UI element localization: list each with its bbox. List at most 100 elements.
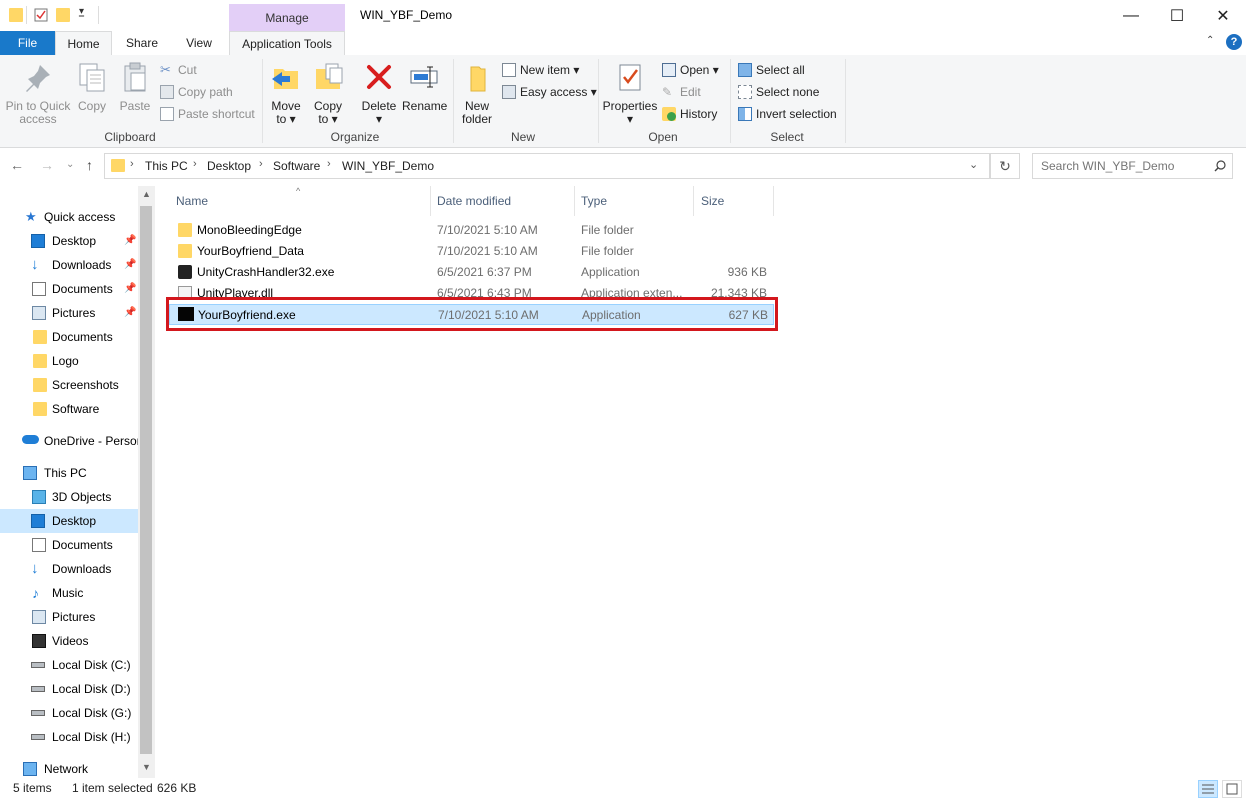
forward-arrow-icon[interactable]: → <box>40 157 54 173</box>
download-arrow-icon: ↓ <box>31 256 39 273</box>
copy-path-button[interactable]: Copy path <box>160 82 233 102</box>
address-dropdown-chevron-icon[interactable]: ⌄ <box>969 158 978 171</box>
column-header-date[interactable]: Date modified <box>437 194 511 208</box>
nav-this-pc[interactable]: This PC <box>0 461 138 485</box>
address-row: ← → ⌄ ↑ › This PC › Desktop › Software ›… <box>0 148 1246 186</box>
new-group-label: New <box>510 130 535 144</box>
computer-icon <box>23 466 37 480</box>
nav-pc-videos[interactable]: Videos <box>0 629 138 653</box>
nav-quick-pictures[interactable]: Pictures 📌 <box>0 301 138 325</box>
nav-quick-downloads[interactable]: ↓ Downloads 📌 <box>0 253 138 277</box>
address-bar[interactable]: › This PC › Desktop › Software › WIN_YBF… <box>104 153 990 179</box>
scrollbar-thumb[interactable] <box>140 206 152 754</box>
properties-quick-icon[interactable] <box>34 8 48 22</box>
properties-button[interactable]: Properties ▾ <box>602 61 658 126</box>
paste-button[interactable]: Paste <box>118 61 152 113</box>
file-row[interactable]: UnityCrashHandler32.exe 6/5/2021 6:37 PM… <box>169 262 774 283</box>
copy-path-icon <box>160 85 174 99</box>
minimize-button[interactable]: — <box>1108 0 1154 31</box>
scroll-up-icon[interactable]: ▲ <box>142 189 151 199</box>
copy-button[interactable]: Copy <box>76 61 108 113</box>
rename-icon <box>410 66 438 88</box>
pin-icon: 📌 <box>124 307 137 318</box>
new-folder-quick-icon[interactable] <box>56 8 70 22</box>
nav-pc-downloads[interactable]: ↓ Downloads <box>0 557 138 581</box>
large-icons-view-icon <box>1226 783 1238 795</box>
column-header-name[interactable]: Name <box>176 194 208 208</box>
breadcrumb-this-pc[interactable]: This PC <box>145 159 188 173</box>
nav-quick-logo[interactable]: Logo <box>0 349 138 373</box>
details-view-button[interactable] <box>1198 780 1218 798</box>
collapse-ribbon-icon[interactable]: ⌃ <box>1206 35 1214 46</box>
open-button[interactable]: Open ▾ <box>662 60 719 80</box>
file-row[interactable]: YourBoyfriend_Data 7/10/2021 5:10 AM Fil… <box>169 241 774 262</box>
nav-quick-access[interactable]: ★ Quick access <box>0 205 138 229</box>
move-to-icon <box>272 69 298 89</box>
tab-home[interactable]: Home <box>55 31 112 56</box>
folder-icon <box>33 330 47 344</box>
nav-local-disk-d[interactable]: Local Disk (D:) <box>0 677 138 701</box>
nav-quick-screenshots[interactable]: Screenshots <box>0 373 138 397</box>
easy-access-icon <box>502 85 516 99</box>
breadcrumb-software[interactable]: Software <box>273 159 320 173</box>
maximize-button[interactable]: ☐ <box>1154 0 1200 31</box>
delete-icon <box>367 65 391 89</box>
desktop-icon <box>31 514 45 528</box>
tab-file[interactable]: File <box>0 31 55 55</box>
search-input[interactable] <box>1039 158 1208 174</box>
new-item-button[interactable]: New item ▾ <box>502 60 579 80</box>
nav-local-disk-c[interactable]: Local Disk (C:) <box>0 653 138 677</box>
large-icons-view-button[interactable] <box>1222 780 1242 798</box>
invert-selection-button[interactable]: Invert selection <box>738 104 837 124</box>
new-folder-button[interactable]: New folder <box>458 61 496 126</box>
desktop-icon <box>31 234 45 248</box>
nav-quick-software[interactable]: Software <box>0 397 138 421</box>
select-all-button[interactable]: Select all <box>738 60 805 80</box>
nav-onedrive[interactable]: OneDrive - Persor <box>0 429 138 453</box>
up-arrow-icon[interactable]: ↑ <box>86 157 93 173</box>
video-film-icon <box>32 634 46 648</box>
tab-view[interactable]: View <box>174 31 224 55</box>
search-box[interactable] <box>1032 153 1233 179</box>
paste-shortcut-button[interactable]: Paste shortcut <box>160 104 255 124</box>
recent-locations-chevron-icon[interactable]: ⌄ <box>66 159 74 170</box>
breadcrumb-current-folder[interactable]: WIN_YBF_Demo <box>342 159 434 173</box>
breadcrumb-desktop[interactable]: Desktop <box>207 159 251 173</box>
nav-pc-music[interactable]: ♪ Music <box>0 581 138 605</box>
back-arrow-icon[interactable]: ← <box>10 157 24 173</box>
select-none-button[interactable]: Select none <box>738 82 819 102</box>
tab-share[interactable]: Share <box>117 31 167 55</box>
nav-quick-documents[interactable]: Documents 📌 <box>0 277 138 301</box>
pin-to-quick-access-button[interactable]: Pin to Quick access <box>4 61 72 126</box>
edit-button[interactable]: ✎ Edit <box>662 82 701 102</box>
nav-quick-desktop[interactable]: Desktop 📌 <box>0 229 138 253</box>
history-button[interactable]: History <box>662 104 717 124</box>
drive-icon <box>31 734 45 740</box>
folder-icon <box>111 159 125 172</box>
nav-local-disk-g[interactable]: Local Disk (G:) <box>0 701 138 725</box>
file-row[interactable]: MonoBleedingEdge 7/10/2021 5:10 AM File … <box>169 220 774 241</box>
scroll-down-icon[interactable]: ▼ <box>142 762 151 772</box>
easy-access-button[interactable]: Easy access ▾ <box>502 82 597 102</box>
move-to-button[interactable]: Move to ▾ <box>268 61 304 126</box>
column-header-size[interactable]: Size <box>701 194 724 208</box>
drive-icon <box>31 686 45 692</box>
nav-pc-desktop[interactable]: Desktop <box>0 509 138 533</box>
nav-pc-pictures[interactable]: Pictures <box>0 605 138 629</box>
column-header-type[interactable]: Type <box>581 194 607 208</box>
cut-button[interactable]: ✂ Cut <box>160 60 197 80</box>
help-icon[interactable]: ? <box>1226 34 1242 50</box>
refresh-button[interactable]: ↻ <box>990 153 1020 179</box>
delete-button[interactable]: Delete ▾ <box>360 61 398 126</box>
nav-quick-documents-folder[interactable]: Documents <box>0 325 138 349</box>
rename-button[interactable]: Rename <box>402 61 447 113</box>
nav-pc-documents[interactable]: Documents <box>0 533 138 557</box>
drive-icon <box>31 710 45 716</box>
nav-scrollbar[interactable]: ▲ ▼ <box>138 186 155 778</box>
copy-to-button[interactable]: Copy to ▾ <box>310 61 346 126</box>
nav-local-disk-h[interactable]: Local Disk (H:) <box>0 725 138 749</box>
nav-3d-objects[interactable]: 3D Objects <box>0 485 138 509</box>
customize-quick-access-icon[interactable]: ▾̲ <box>79 6 84 17</box>
tab-application-tools[interactable]: Application Tools <box>229 31 345 56</box>
close-button[interactable]: ✕ <box>1200 0 1246 31</box>
